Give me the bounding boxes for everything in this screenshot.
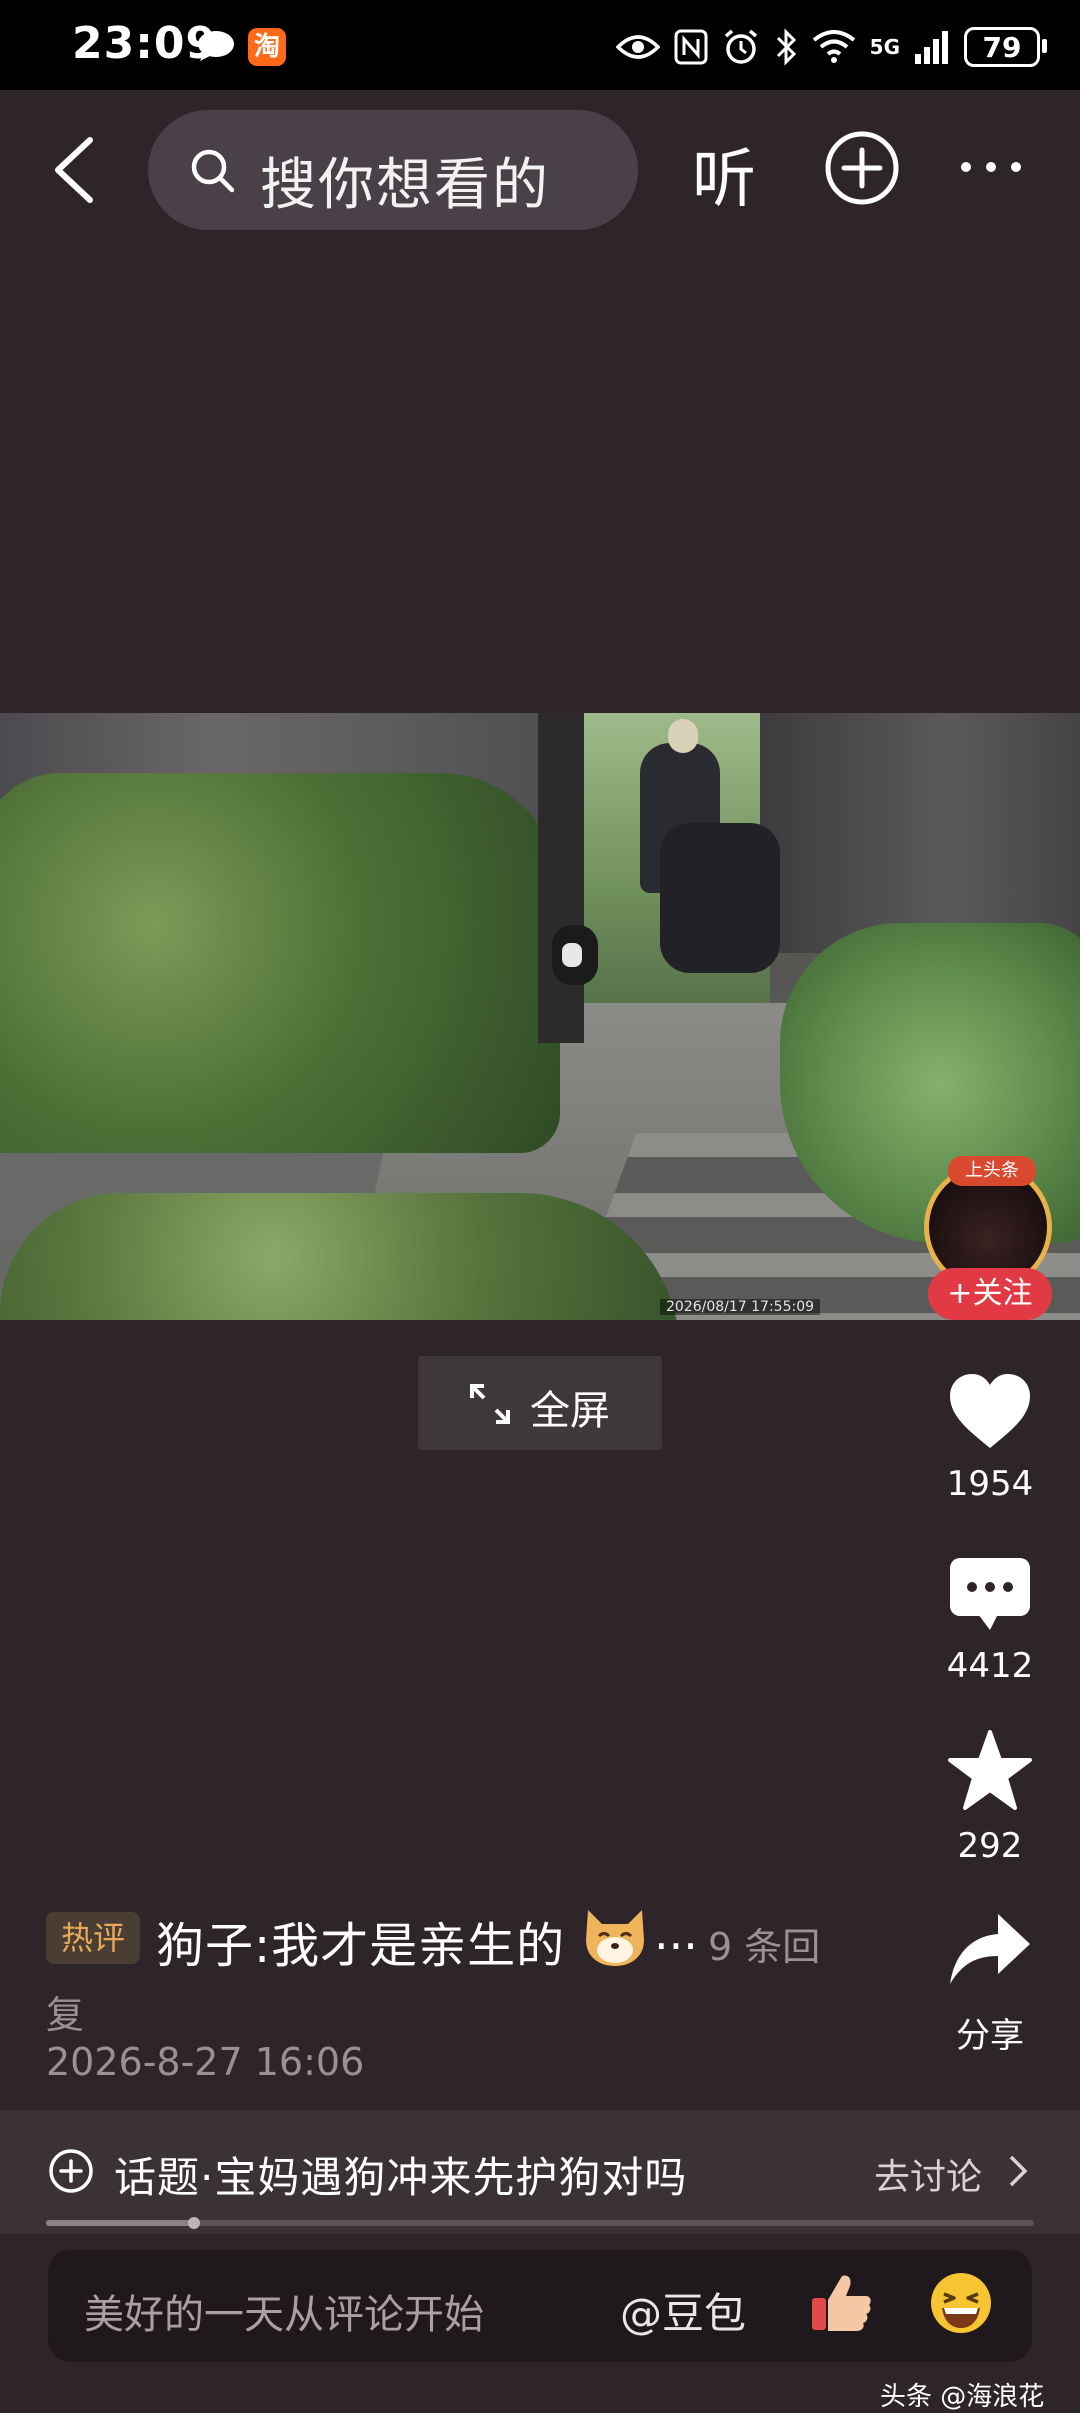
mention-doubao[interactable]: @豆包 [620, 2280, 746, 2341]
bluetooth-icon [776, 28, 796, 66]
status-bar: 23:09 淘 5G 79 [0, 0, 1080, 90]
eye-icon [615, 35, 660, 59]
back-button[interactable] [40, 130, 110, 210]
comment-icon[interactable] [948, 1554, 1032, 1634]
hot-comment-ellipsis: ... [654, 1906, 698, 1960]
video-scene-stroller [660, 823, 780, 973]
message-icon [198, 31, 234, 61]
status-indicators: 5G 79 [615, 22, 1047, 72]
thumbs-up-emoji-icon[interactable] [808, 2270, 874, 2336]
laugh-emoji-icon[interactable] [928, 2270, 994, 2336]
topic-bar[interactable]: 话题·宝妈遇狗冲来先护狗对吗 去讨论 [0, 2110, 1080, 2234]
topic-text: 话题·宝妈遇狗冲来先护狗对吗 [114, 2153, 688, 2202]
avatar-badge: 上头条 [948, 1156, 1036, 1186]
hot-comment-tag: 热评 [46, 1912, 140, 1964]
progress-fill [46, 2220, 195, 2226]
chevron-right-icon [1009, 2155, 1028, 2187]
search-placeholder: 搜你想看的 [260, 153, 550, 218]
comment-input[interactable]: 美好的一天从评论开始 @豆包 [48, 2250, 1032, 2362]
video-scene-post [538, 713, 584, 1043]
listen-button[interactable]: 听 [692, 128, 756, 220]
comment-placeholder: 美好的一天从评论开始 [84, 2292, 484, 2338]
video-scene-hedge-front [0, 1193, 680, 1320]
video-player[interactable]: 2026/08/17 17:55:09 [0, 713, 1080, 1320]
share-label: 分享 [956, 2016, 1024, 2056]
topic-plus-icon [49, 2149, 93, 2193]
wifi-icon [812, 30, 855, 63]
comment-date: 2026-8-27 16:06 [46, 2040, 365, 2084]
discuss-link[interactable]: 去讨论 [874, 2148, 982, 2200]
nfc-icon [674, 29, 708, 65]
search-bar[interactable]: 搜你想看的 [148, 110, 638, 230]
reply-count[interactable]: 9 条回 [708, 1916, 820, 1971]
like-count: 1954 [946, 1464, 1034, 1504]
signal-icon [915, 31, 948, 64]
star-icon[interactable] [948, 1730, 1032, 1810]
share-icon[interactable] [948, 1910, 1032, 1990]
alarm-icon [724, 29, 757, 64]
like-icon[interactable] [948, 1372, 1032, 1452]
network-type: 5G [869, 35, 900, 59]
video-timestamp: 2026/08/17 17:55:09 [660, 1299, 821, 1315]
more-icon[interactable] [956, 152, 1026, 182]
fullscreen-button[interactable]: 全屏 [418, 1356, 662, 1450]
video-scene-hedge [0, 773, 560, 1153]
taobao-icon: 淘 [248, 28, 286, 66]
reply-count-cont[interactable]: 复 [46, 1984, 84, 2039]
watermark: 头条 @海浪花 [880, 2382, 1045, 2412]
fullscreen-label: 全屏 [530, 1388, 610, 1434]
shiba-emoji-icon [586, 1910, 644, 1966]
follow-button[interactable]: +关注 [928, 1268, 1052, 1320]
search-icon [191, 149, 235, 193]
comment-count: 4412 [946, 1646, 1034, 1686]
video-scene-head [668, 719, 698, 753]
video-progress-bar[interactable] [46, 2217, 1034, 2229]
video-scene-wall-right [760, 713, 1080, 953]
battery-icon: 79 [964, 27, 1047, 67]
add-button[interactable] [822, 128, 902, 208]
top-nav: 搜你想看的 听 [0, 90, 1080, 250]
favorite-count: 292 [957, 1826, 1023, 1866]
expand-icon [470, 1384, 510, 1424]
hot-comment-text[interactable]: 狗子:我才是亲生的 [156, 1906, 565, 1976]
video-scene-dog [552, 925, 598, 985]
battery-level: 79 [982, 30, 1022, 64]
